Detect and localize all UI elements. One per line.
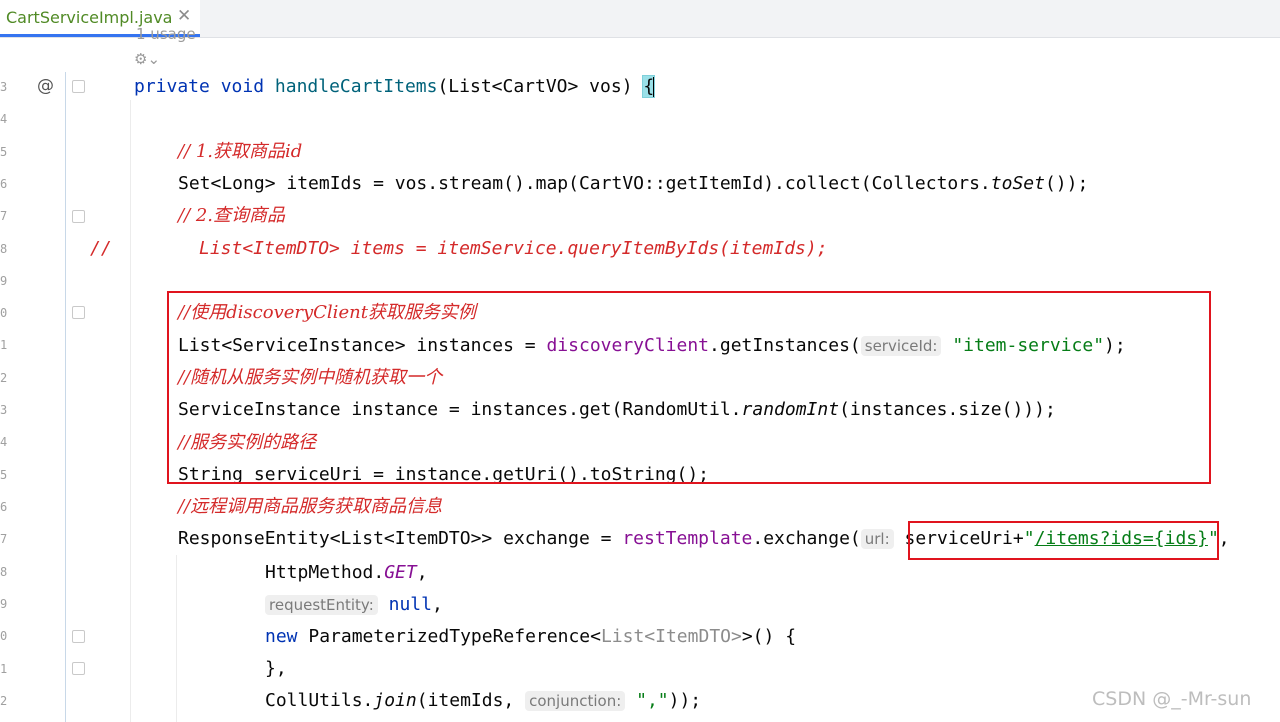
code-line[interactable]: }, [265,658,287,680]
code-text: CollUtils. [265,690,374,711]
editor-gutter [0,38,82,722]
code-line[interactable]: // 1.获取商品id [178,141,302,163]
gutter-separator [65,72,66,722]
method-name: join [373,690,417,711]
line-number: 4 [0,435,8,449]
code-text: (List<CartVO> vos) [437,76,644,97]
text-cursor [653,77,656,97]
annotation-box-uri [908,521,1219,560]
comment: // 1.获取商品id [178,141,303,162]
line-number: 1 [0,662,8,676]
line-number: 3 [0,403,8,417]
code-line[interactable]: //远程调用商品服务获取商品信息 [178,496,442,518]
code-text: HttpMethod. [265,562,385,583]
code-text: Set<Long> itemIds = vos.stream().map(Car… [178,173,991,194]
line-number: 5 [0,145,8,159]
line-number: 9 [0,597,8,611]
field-name: restTemplate [622,528,753,549]
code-text: .exchange( [752,528,861,549]
fold-toggle-icon[interactable] [72,210,85,223]
comment: List<ItemDTO> items = itemService.queryI… [199,238,828,259]
code-text: }, [265,658,287,679]
code-text: , [431,594,443,615]
override-at-icon[interactable]: @ [37,76,54,96]
code-line[interactable]: requestEntity: null, [265,594,443,616]
keyword: new [265,626,298,647]
fold-toggle-icon[interactable] [72,80,85,93]
code-text: , [416,562,428,583]
parameter-hint: conjunction: [525,691,626,711]
line-number: 7 [0,209,8,223]
keyword: null [388,594,432,615]
keyword: void [220,76,265,97]
usage-hint[interactable]: 1 usage [136,25,196,43]
line-number: 2 [0,694,8,708]
fold-toggle-icon[interactable] [72,630,85,643]
string-literal: "," [636,690,669,711]
code-line[interactable]: new ParameterizedTypeReference<List<Item… [265,626,796,648]
line-number: 6 [0,500,8,514]
code-text: >() { [741,626,797,647]
line-number: 2 [0,371,8,385]
close-icon[interactable]: ✕ [177,6,191,26]
code-line[interactable]: List<ItemDTO> items = itemService.queryI… [199,238,828,260]
code-text: (itemIds, [416,690,526,711]
code-line[interactable]: CollUtils.join(itemIds, conjunction: ","… [265,690,701,712]
code-line[interactable]: HttpMethod.GET, [265,562,428,584]
usage-settings-icon[interactable]: ⚙⌄ [134,50,160,68]
code-text: )); [668,690,702,711]
line-number: 8 [0,242,8,256]
line-number: 6 [0,177,8,191]
code-line[interactable]: Set<Long> itemIds = vos.stream().map(Car… [178,173,1088,195]
fold-toggle-icon[interactable] [72,662,85,675]
indent-guide [130,100,131,722]
enum-constant: GET [384,562,417,583]
method-name: toSet [990,173,1045,194]
line-number: 1 [0,338,8,352]
line-number: 7 [0,532,8,546]
comment-prefix: // [90,238,112,259]
comment: //远程调用商品服务获取商品信息 [178,496,443,517]
line-number: 9 [0,274,8,288]
indent-guide [176,555,177,722]
code-text: ()); [1044,173,1089,194]
code-text: ParameterizedTypeReference< [297,626,601,647]
code-line[interactable]: private void handleCartItems(List<CartVO… [134,75,656,98]
parameter-hint: requestEntity: [265,595,378,615]
watermark: CSDN @_-Mr-sun [1092,688,1252,710]
line-number: 0 [0,306,8,320]
line-number: 8 [0,565,8,579]
comment: // 2.查询商品 [178,205,286,226]
line-number: 0 [0,629,8,643]
code-text: , [1218,528,1230,549]
line-number: 4 [0,112,8,126]
fold-toggle-icon[interactable] [72,306,85,319]
keyword: private [134,76,210,97]
code-line[interactable]: // 2.查询商品 [178,205,285,227]
method-name: handleCartItems [274,76,438,97]
line-number: 3 [0,80,8,94]
parameter-hint: url: [860,529,894,549]
type-argument: List<ItemDTO> [600,626,742,647]
code-line[interactable]: // [90,238,112,260]
annotation-box-discovery [167,291,1211,484]
line-number: 5 [0,468,8,482]
code-text: ResponseEntity<List<ItemDTO>> exchange = [178,528,623,549]
